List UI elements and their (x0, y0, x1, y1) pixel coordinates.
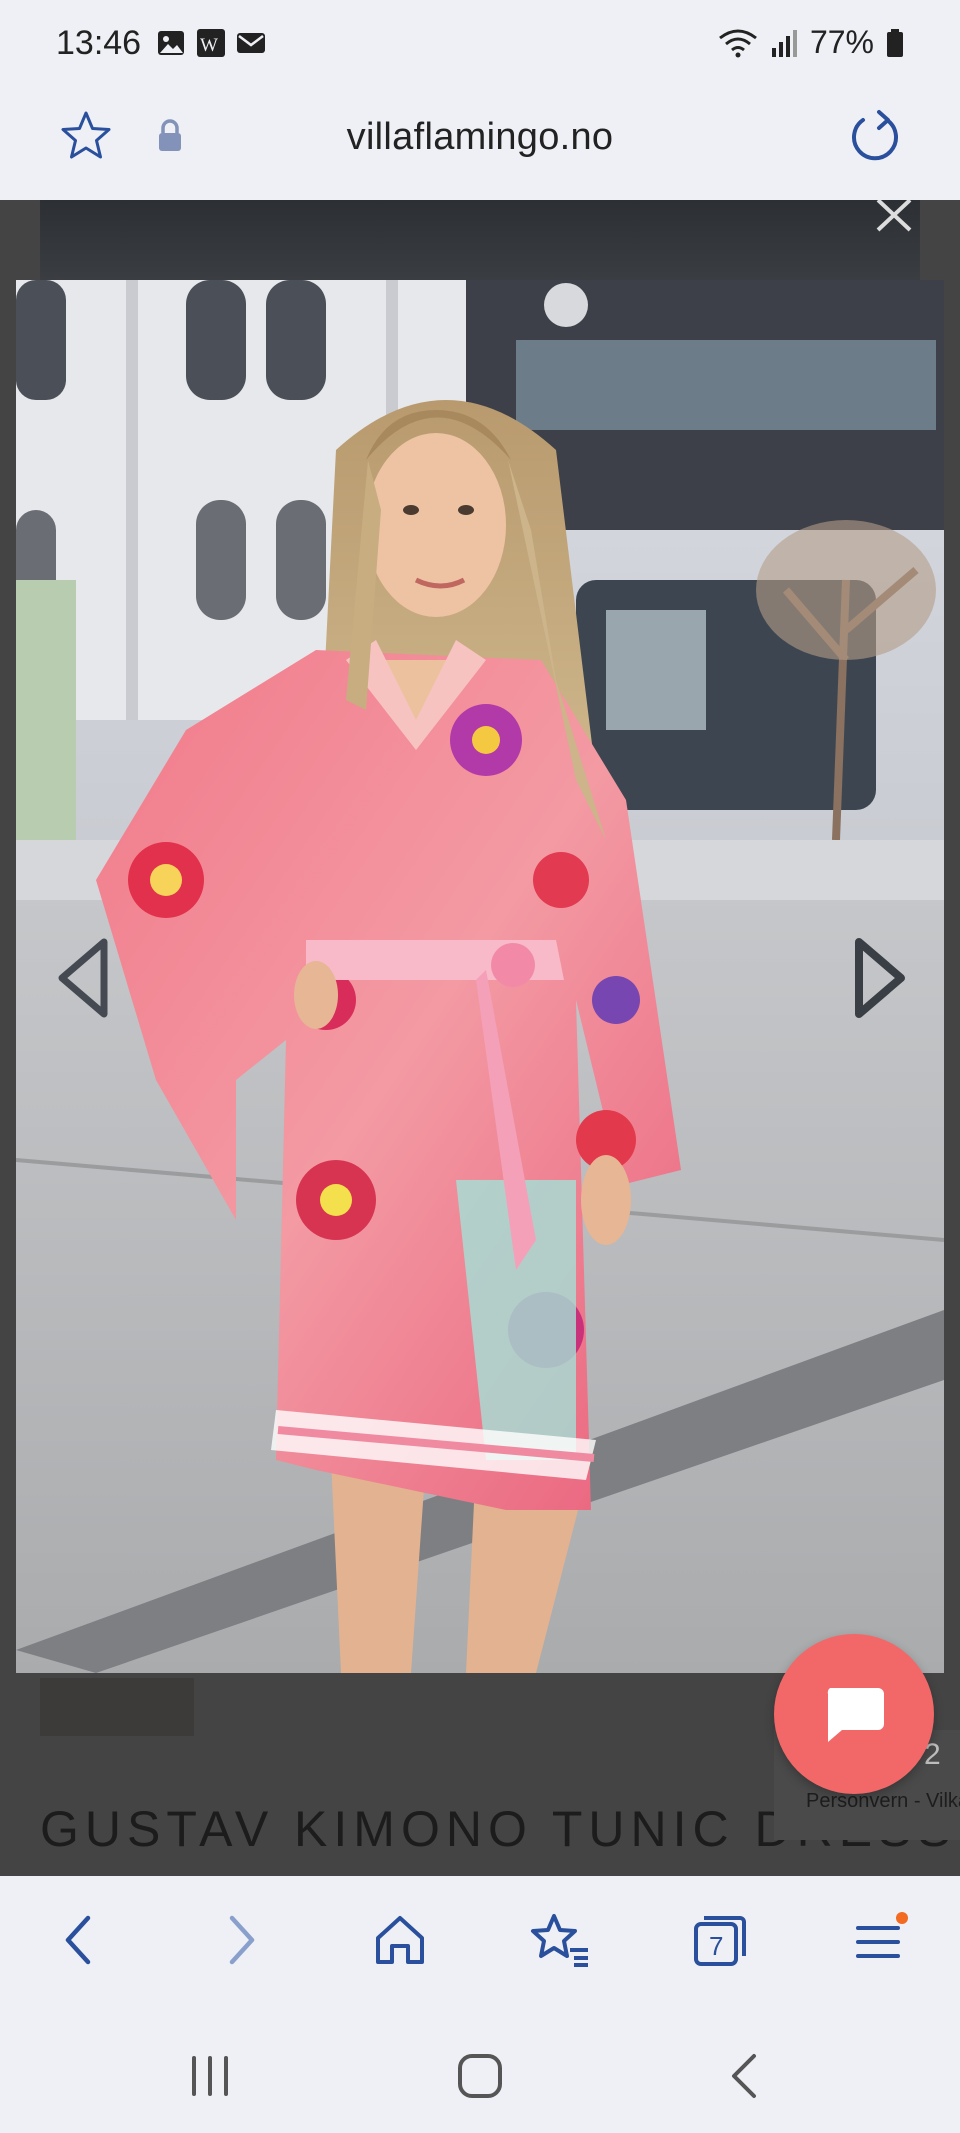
chat-bubble-icon (827, 1688, 884, 1742)
system-nav-bar (0, 2006, 960, 2133)
bookmarks-button[interactable] (524, 1904, 596, 1976)
background-image (40, 200, 920, 280)
close-icon[interactable] (864, 200, 924, 240)
svg-text:7: 7 (709, 1931, 723, 1961)
battery-percent: 77% (809, 24, 874, 60)
chevron-right-icon[interactable] (851, 938, 907, 1018)
privacy-label: Personvern - Vilkår (806, 1790, 960, 1812)
tabs-icon: 7 (694, 1916, 746, 1966)
mail-icon (237, 33, 265, 53)
menu-button[interactable] (844, 1904, 916, 1976)
product-photo (16, 280, 944, 1673)
back-icon (65, 1915, 91, 1965)
chevron-left-icon[interactable] (56, 938, 112, 1018)
menu-icon (856, 1912, 908, 1958)
recent-apps-icon[interactable] (180, 2046, 240, 2106)
browser-toolbar: villaflamingo.no (0, 88, 960, 200)
forward-icon (229, 1915, 255, 1965)
lightbox-image[interactable] (16, 280, 944, 1673)
product-thumbnail[interactable] (40, 1678, 194, 1736)
status-right: 77% (718, 24, 904, 61)
status-time: 13:46 (56, 24, 142, 62)
wifi-icon (719, 29, 757, 57)
notification-dot (896, 1912, 908, 1924)
wordpress-icon: W (197, 29, 225, 57)
back-system-icon[interactable] (716, 2046, 776, 2106)
url-text[interactable]: villaflamingo.no (0, 116, 960, 159)
home-icon (376, 1916, 424, 1964)
tabs-button[interactable]: 7 (684, 1904, 756, 1976)
forward-button[interactable] (206, 1904, 278, 1976)
reload-icon[interactable] (846, 108, 904, 166)
back-button[interactable] (42, 1904, 114, 1976)
bookmarks-icon (531, 1914, 588, 1967)
home-system-icon[interactable] (450, 2046, 510, 2106)
browser-bottom-nav: 7 (0, 1876, 960, 2006)
signal-icon (771, 29, 797, 57)
gallery-icon (158, 31, 184, 55)
home-button[interactable] (364, 1904, 436, 1976)
status-bar: 13:46 W 77% (0, 0, 960, 88)
battery-icon (887, 28, 903, 57)
chat-button[interactable] (774, 1634, 934, 1794)
svg-text:W: W (200, 35, 218, 56)
